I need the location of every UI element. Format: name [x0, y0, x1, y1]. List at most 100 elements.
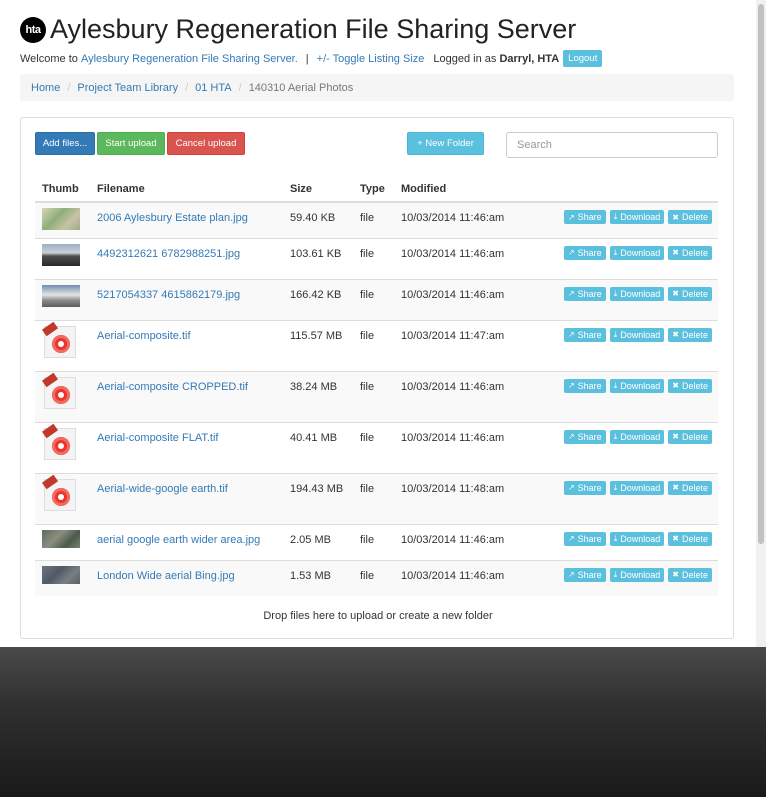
filename-link[interactable]: Aerial-wide-google earth.tif: [97, 483, 228, 495]
column-header-filename: Filename: [90, 176, 283, 203]
toggle-listing-link[interactable]: +/- Toggle Listing Size: [317, 53, 425, 65]
share-button[interactable]: ↗ Share: [563, 245, 606, 260]
download-icon: ⤓: [613, 569, 618, 579]
share-icon: ↗: [567, 330, 575, 339]
share-icon: ↗: [567, 289, 575, 298]
actions-cell: ↗ Share ⤓ Download ✖ Delete: [534, 559, 718, 596]
share-button[interactable]: ↗ Share: [563, 429, 606, 444]
type-cell: file: [353, 278, 394, 320]
download-button[interactable]: ⤓ Download: [609, 245, 665, 260]
delete-button[interactable]: ✖ Delete: [668, 210, 712, 224]
filename-link[interactable]: London Wide aerial Bing.jpg: [97, 570, 235, 582]
thumb-cell: [35, 278, 90, 320]
type-cell: file: [353, 237, 394, 279]
download-button[interactable]: ⤓ Download: [609, 429, 665, 444]
share-label: Share: [577, 533, 602, 544]
delete-button[interactable]: ✖ Delete: [668, 567, 712, 582]
actions-cell: ↗ Share ⤓ Download ✖ Delete: [534, 237, 718, 279]
breadcrumb-home[interactable]: Home: [31, 82, 60, 94]
share-button[interactable]: ↗ Share: [563, 210, 606, 224]
delete-label: Delete: [681, 431, 708, 442]
scrollbar-thumb[interactable]: [758, 4, 764, 544]
file-panel: Add files... Start upload Cancel upload …: [20, 117, 734, 639]
thumb-cell: [35, 201, 90, 238]
start-upload-button[interactable]: Start upload: [97, 132, 165, 155]
thumb-cell: [35, 559, 90, 596]
delete-label: Delete: [681, 569, 708, 580]
download-button[interactable]: ⤓ Download: [609, 567, 665, 582]
share-button[interactable]: ↗ Share: [563, 531, 606, 546]
share-button[interactable]: ↗ Share: [563, 567, 606, 582]
delete-button[interactable]: ✖ Delete: [668, 378, 712, 393]
breadcrumb-01-hta[interactable]: 01 HTA: [195, 82, 231, 94]
share-icon: ↗: [567, 534, 575, 543]
size-cell: 2.05 MB: [283, 523, 353, 560]
modified-cell: 10/03/2014 11:48:am: [394, 472, 534, 524]
column-header-actions: [534, 176, 718, 203]
table-header-row: Thumb Filename Size Type Modified: [35, 176, 718, 203]
share-button[interactable]: ↗ Share: [563, 286, 606, 301]
download-button[interactable]: ⤓ Download: [609, 210, 665, 224]
filename-cell: Aerial-composite FLAT.tif: [90, 421, 283, 473]
filename-link[interactable]: 5217054337 4615862179.jpg: [97, 289, 240, 301]
trash-icon: ✖: [672, 289, 679, 298]
separator: |: [305, 52, 309, 65]
delete-button[interactable]: ✖ Delete: [668, 327, 712, 342]
delete-button[interactable]: ✖ Delete: [668, 531, 712, 546]
image-thumbnail[interactable]: [42, 208, 80, 230]
table-row: London Wide aerial Bing.jpg 1.53 MB file 10…: [35, 559, 718, 596]
breadcrumb-project-team-library[interactable]: Project Team Library: [77, 82, 178, 94]
share-button[interactable]: ↗ Share: [563, 378, 606, 393]
delete-label: Delete: [681, 380, 708, 391]
download-label: Download: [620, 380, 661, 391]
cancel-upload-button[interactable]: Cancel upload: [167, 132, 245, 155]
image-thumbnail[interactable]: [42, 529, 80, 548]
delete-label: Delete: [681, 533, 708, 544]
download-label: Download: [620, 247, 661, 258]
logout-button[interactable]: Logout: [563, 50, 603, 67]
thumb-cell: [35, 370, 90, 422]
filename-link[interactable]: Aerial-composite.tif: [97, 330, 191, 342]
scrollbar[interactable]: [756, 0, 766, 647]
size-cell: 166.42 KB: [283, 278, 353, 320]
filename-link[interactable]: aerial google earth wider area.jpg: [97, 534, 260, 546]
download-button[interactable]: ⤓ Download: [609, 378, 665, 393]
delete-button[interactable]: ✖ Delete: [668, 429, 712, 444]
download-button[interactable]: ⤓ Download: [609, 286, 665, 301]
share-button[interactable]: ↗ Share: [563, 480, 606, 495]
share-button[interactable]: ↗ Share: [563, 327, 606, 342]
delete-button[interactable]: ✖ Delete: [668, 480, 712, 495]
share-icon: ↗: [567, 248, 575, 257]
download-button[interactable]: ⤓ Download: [609, 531, 665, 546]
share-icon: ↗: [567, 381, 575, 390]
modified-cell: 10/03/2014 11:46:am: [394, 559, 534, 596]
image-thumbnail[interactable]: [42, 284, 80, 307]
new-folder-button[interactable]: + New Folder: [407, 132, 484, 155]
delete-label: Delete: [681, 212, 708, 222]
breadcrumb-divider: /: [185, 81, 189, 94]
delete-button[interactable]: ✖ Delete: [668, 245, 712, 260]
type-cell: file: [353, 523, 394, 560]
add-files-button[interactable]: Add files...: [35, 132, 95, 155]
thumb-cell: [35, 319, 90, 371]
size-cell: 194.43 MB: [283, 472, 353, 524]
filename-link[interactable]: Aerial-composite CROPPED.tif: [97, 381, 248, 393]
filename-link[interactable]: 2006 Aylesbury Estate plan.jpg: [97, 212, 248, 224]
filename-link[interactable]: 4492312621 6782988251.jpg: [97, 248, 240, 260]
modified-cell: 10/03/2014 11:46:am: [394, 278, 534, 320]
download-button[interactable]: ⤓ Download: [609, 480, 665, 495]
welcome-prefix: Welcome to: [20, 52, 78, 65]
image-thumbnail[interactable]: [42, 565, 80, 584]
share-label: Share: [577, 431, 602, 442]
delete-button[interactable]: ✖ Delete: [668, 286, 712, 301]
trash-icon: ✖: [672, 534, 679, 543]
download-icon: ⤓: [613, 431, 618, 441]
trash-icon: ✖: [672, 483, 679, 492]
server-link[interactable]: Aylesbury Regeneration File Sharing Serv…: [81, 53, 298, 65]
search-input[interactable]: Search: [506, 132, 718, 158]
download-button[interactable]: ⤓ Download: [609, 327, 665, 342]
download-label: Download: [620, 329, 661, 340]
download-icon: ⤓: [613, 329, 618, 339]
image-thumbnail[interactable]: [42, 243, 80, 266]
filename-link[interactable]: Aerial-composite FLAT.tif: [97, 432, 218, 444]
